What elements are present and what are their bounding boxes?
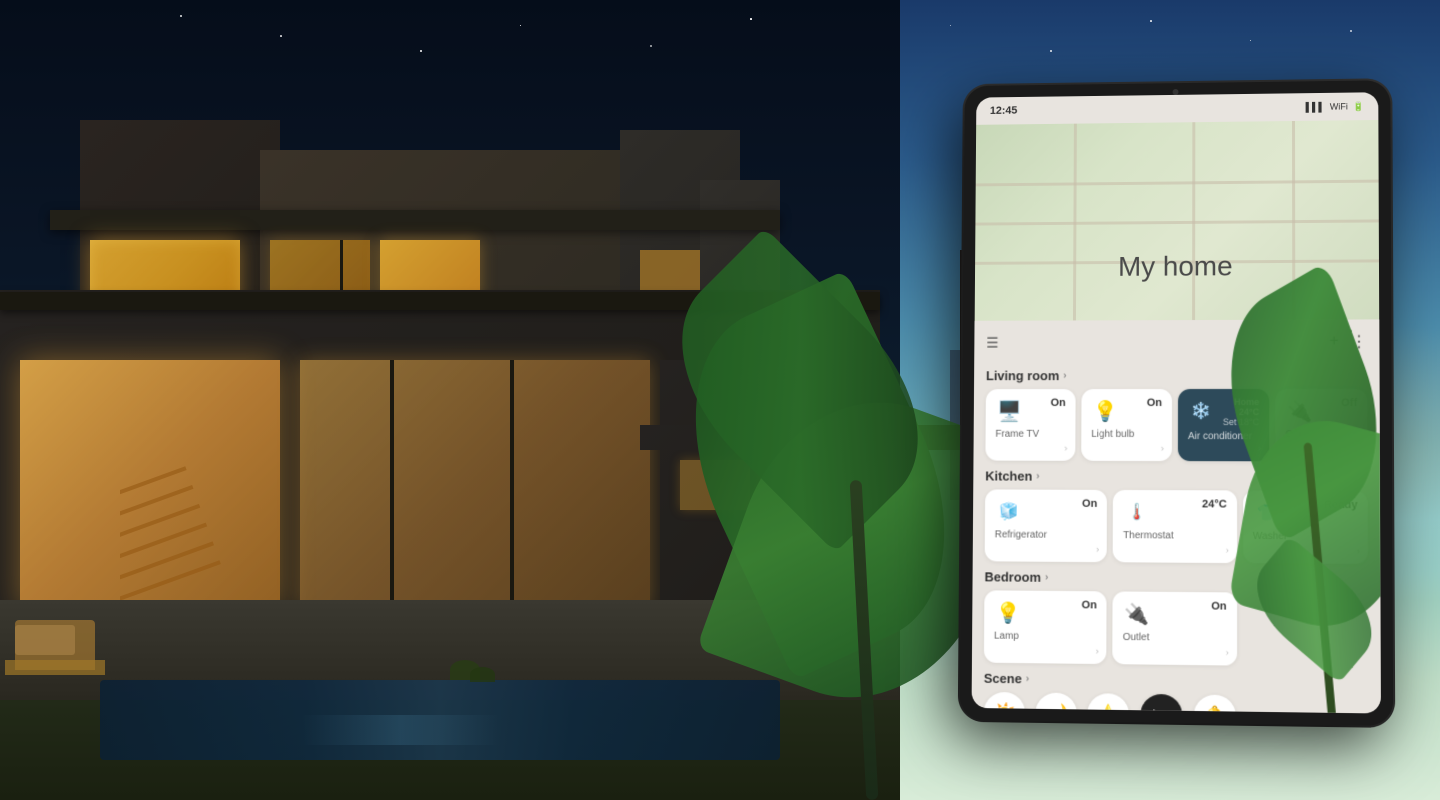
scene-party-icon-bg: ⭐ — [1087, 693, 1129, 713]
device-card-fridge[interactable]: 🧊 On Refrigerator › — [985, 489, 1108, 562]
outlet-bed-icon: 🔌 — [1123, 600, 1151, 629]
tablet-device: 12:45 ▌▌▌ WiFi 🔋 My home ☰ — [960, 80, 1393, 726]
controls-area: ☰ + ⋮ Living room › 🖥️ On — [972, 320, 1381, 714]
ac-chevron: › — [1258, 443, 1261, 453]
star — [1250, 40, 1251, 41]
section-header-scene[interactable]: Scene › — [984, 671, 1369, 691]
scene-movie[interactable]: ▶ Movie time — [1139, 694, 1183, 714]
lightbulb-icon: 💡 — [1091, 397, 1119, 425]
menu-icon[interactable]: ☰ — [986, 334, 998, 351]
thermostat-chevron: › — [1226, 545, 1229, 555]
top-bar: ☰ + ⋮ — [986, 328, 1367, 361]
chevron-living-room: › — [1063, 370, 1066, 381]
tv-icon: 🖥️ — [995, 397, 1023, 425]
section-kitchen: Kitchen › 🧊 On Refrigerator › — [985, 469, 1368, 565]
tv-chevron: › — [1064, 443, 1067, 453]
scene-good-night[interactable]: 🌙 Goodnight — [1035, 693, 1077, 714]
thermostat-name: Thermostat — [1123, 530, 1227, 542]
section-bedroom: Bedroom › 💡 On Lamp › — [984, 569, 1368, 667]
washer-name: Washer — [1253, 531, 1358, 543]
outlet-bed-name: Outlet — [1123, 632, 1227, 644]
lightbulb-chevron: › — [1161, 443, 1164, 453]
outlet-lr-chevron: › — [1356, 443, 1359, 453]
section-scene: Scene › ☀️ Goodmorning 🌙 Goodnight ⭐ Par… — [983, 671, 1369, 714]
device-card-lamp[interactable]: 💡 On Lamp › — [984, 590, 1107, 664]
star — [1350, 30, 1352, 32]
outlet-lr-status: Off — [1341, 397, 1357, 409]
tablet-screen: 12:45 ▌▌▌ WiFi 🔋 My home ☰ — [972, 92, 1381, 713]
device-card-tv[interactable]: 🖥️ On Frame TV › — [985, 389, 1075, 461]
header-map: My home — [975, 120, 1380, 321]
washer-status: Ready — [1324, 499, 1358, 511]
scene-cleaning-icon-bg: 🔔 — [1193, 695, 1236, 714]
chevron-bedroom: › — [1045, 572, 1048, 583]
device-card-thermostat[interactable]: 🌡️ 24°C Thermostat › — [1113, 490, 1237, 563]
star — [950, 25, 951, 26]
ac-name: Air conditioner — [1188, 431, 1259, 442]
more-icon[interactable]: ⋮ — [1351, 332, 1367, 352]
lamp-name: Lamp — [994, 631, 1097, 643]
lightbulb-status: On — [1147, 397, 1162, 409]
ac-icon: ❄️ — [1188, 397, 1214, 425]
top-bar-right: + ⋮ — [1329, 332, 1367, 352]
status-time: 12:45 — [990, 105, 1018, 117]
home-title: My home — [975, 249, 1379, 283]
lamp-icon: 💡 — [994, 598, 1022, 626]
living-room-grid: 🖥️ On Frame TV › 💡 On Light bulb › — [985, 389, 1367, 462]
bedroom-grid: 💡 On Lamp › 🔌 On Outlet › — [984, 590, 1368, 667]
section-header-bedroom[interactable]: Bedroom › — [984, 569, 1368, 587]
lamp-status: On — [1082, 599, 1097, 611]
scene-party[interactable]: ⭐ Party — [1087, 693, 1129, 713]
outlet-lr-name: Outlet — [1285, 429, 1357, 440]
device-card-ac[interactable]: ❄️ Home 24°C Set 18°C Air conditioner › — [1178, 389, 1269, 461]
wifi-icon: WiFi — [1330, 102, 1348, 112]
device-card-lightbulb[interactable]: 💡 On Light bulb › — [1081, 389, 1172, 461]
star — [1050, 50, 1052, 52]
tv-status: On — [1051, 397, 1066, 409]
washer-icon: 👕 — [1253, 499, 1281, 527]
section-header-kitchen[interactable]: Kitchen › — [985, 469, 1367, 485]
fridge-name: Refrigerator — [995, 529, 1097, 541]
outlet-bed-chevron: › — [1226, 647, 1229, 657]
scene-morning-icon-bg: ☀️ — [983, 692, 1025, 714]
scene-good-morning[interactable]: ☀️ Goodmorning — [983, 692, 1025, 714]
status-icons: ▌▌▌ WiFi 🔋 — [1306, 101, 1365, 113]
thermostat-status: 24°C — [1202, 498, 1227, 510]
add-icon[interactable]: + — [1329, 333, 1338, 351]
kitchen-grid: 🧊 On Refrigerator › 🌡️ 24°C Thermostat — [985, 489, 1368, 564]
tv-name: Frame TV — [995, 429, 1065, 440]
section-living-room: Living room › 🖥️ On Frame TV › — [985, 368, 1367, 462]
chevron-scene: › — [1026, 673, 1029, 684]
scene-night-icon-bg: 🌙 — [1035, 693, 1077, 714]
thermostat-icon: 🌡️ — [1123, 498, 1151, 526]
chevron-kitchen: › — [1036, 471, 1039, 482]
fridge-icon: 🧊 — [995, 497, 1023, 525]
lamp-chevron: › — [1096, 646, 1099, 656]
house-scene — [0, 0, 900, 800]
fridge-status: On — [1082, 498, 1097, 510]
fridge-chevron: › — [1096, 544, 1099, 554]
outlet-lr-icon: 🔌 — [1285, 397, 1313, 425]
washer-chevron: › — [1357, 546, 1360, 556]
device-card-outlet-bed[interactable]: 🔌 On Outlet › — [1113, 591, 1237, 665]
scene-cleaning[interactable]: 🔔 Cleaning — [1193, 695, 1236, 714]
device-card-outlet-lr[interactable]: 🔌 Off Outlet › — [1275, 389, 1367, 462]
scene-grid: ☀️ Goodmorning 🌙 Goodnight ⭐ Party ▶ Mov… — [983, 692, 1369, 714]
ac-status-home: Home 24°C — [1214, 397, 1259, 417]
scene-movie-icon-bg: ▶ — [1140, 694, 1182, 714]
lightbulb-name: Light bulb — [1091, 429, 1162, 440]
signal-icon: ▌▌▌ — [1306, 102, 1325, 112]
outlet-bed-status: On — [1211, 600, 1226, 612]
status-bar: 12:45 ▌▌▌ WiFi 🔋 — [976, 92, 1378, 125]
star — [1150, 20, 1152, 22]
battery-icon: 🔋 — [1353, 101, 1364, 112]
device-card-washer[interactable]: 👕 Ready Washer › — [1243, 490, 1368, 564]
ac-status-set: Set 18°C — [1214, 417, 1259, 427]
section-header-living-room[interactable]: Living room › — [986, 368, 1367, 383]
